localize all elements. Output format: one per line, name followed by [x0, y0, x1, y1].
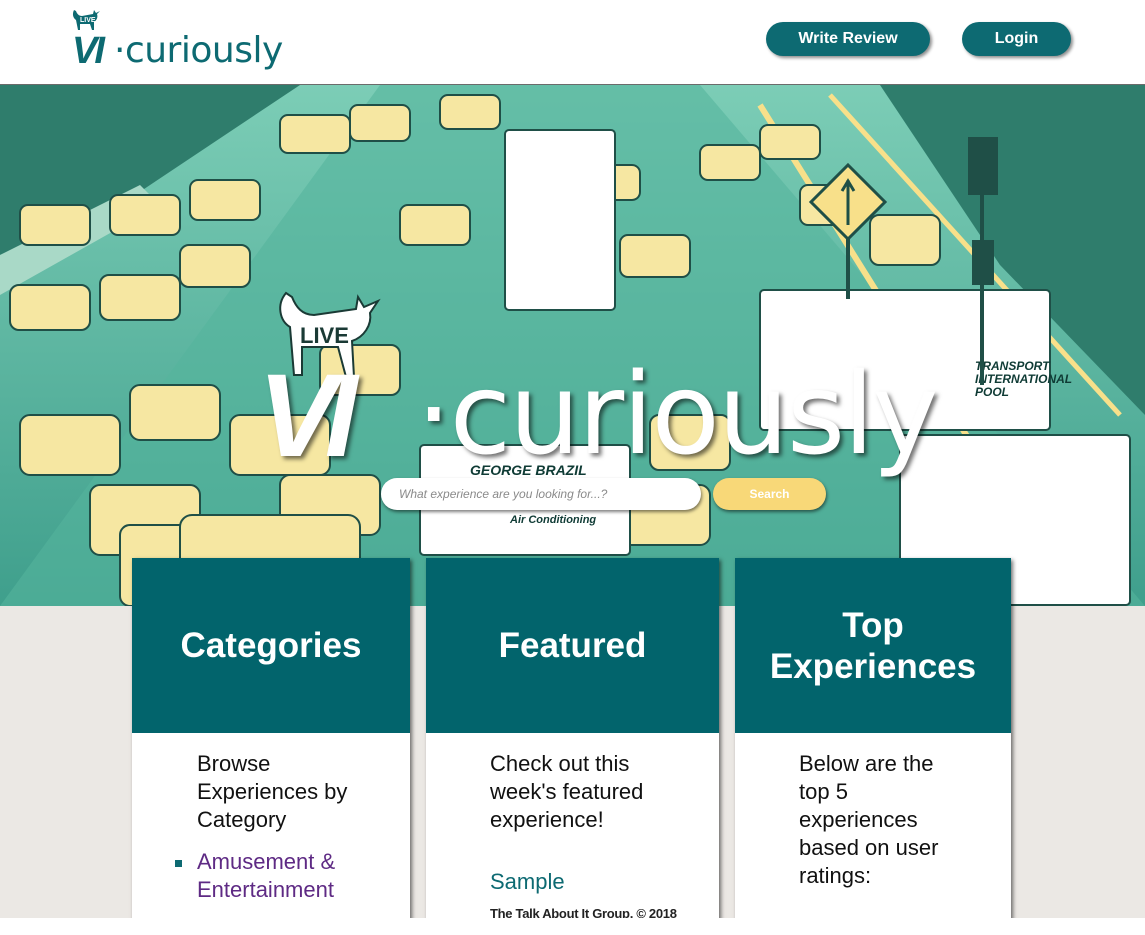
category-item-amusement[interactable]: Amusement & Entertainment	[175, 848, 357, 904]
page-bottom-edge	[0, 918, 1145, 935]
logo-vi: VI	[72, 30, 105, 72]
featured-card: Featured Check out this week's featured …	[426, 558, 719, 935]
hero-logo-vi: VI	[258, 350, 357, 482]
search-input[interactable]	[381, 478, 701, 510]
search-button[interactable]: Search	[713, 478, 826, 510]
svg-text:INTERNATIONAL: INTERNATIONAL	[975, 372, 1072, 386]
logo-badge: LIVE	[80, 17, 96, 24]
featured-title: Featured	[426, 558, 719, 733]
categories-title: Categories	[132, 558, 410, 733]
categories-description: Browse Experiences by Category	[197, 751, 348, 832]
svg-text:Air Conditioning: Air Conditioning	[509, 514, 596, 526]
hero-logo-badge: LIVE	[300, 323, 349, 348]
category-list: Amusement & Entertainment	[132, 848, 410, 904]
top-experiences-title: Top Experiences	[735, 558, 1011, 733]
svg-text:TRANSPORT: TRANSPORT	[975, 359, 1051, 373]
site-logo[interactable]: LIVE VI ·curiously	[70, 8, 283, 72]
login-button[interactable]: Login	[962, 22, 1071, 56]
top-experiences-card: Top Experiences Below are the top 5 expe…	[735, 558, 1011, 935]
logo-word: ·curiously	[114, 30, 283, 71]
featured-description: Check out this week's featured experienc…	[490, 751, 644, 832]
hero-logo-word: ·curiously	[416, 350, 939, 480]
site-header: LIVE VI ·curiously Write Review Login	[0, 0, 1145, 85]
top-experiences-description: Below are the top 5 experiences based on…	[799, 751, 939, 888]
hero-banner: TRANSPORT INTERNATIONAL POOL GEORGE BRAZ…	[0, 85, 1145, 606]
featured-sample-link[interactable]: Sample	[490, 868, 719, 896]
write-review-button[interactable]: Write Review	[766, 22, 930, 56]
svg-text:POOL: POOL	[975, 385, 1009, 399]
hero-logo: LIVE VI ·curiously	[258, 285, 978, 495]
categories-card: Categories Browse Experiences by Categor…	[132, 558, 410, 935]
